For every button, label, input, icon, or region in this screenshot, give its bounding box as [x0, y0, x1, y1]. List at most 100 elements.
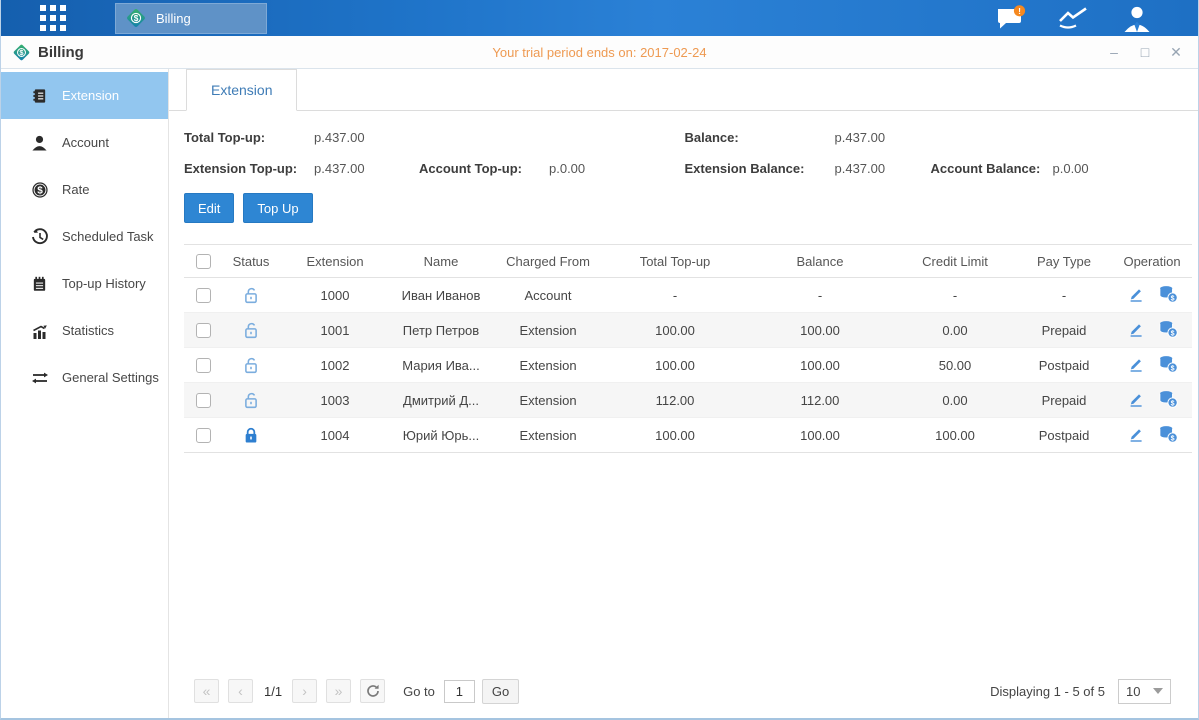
first-page-button[interactable]: «	[194, 679, 219, 703]
row-checkbox[interactable]	[196, 358, 211, 373]
window-title-group: $ Billing	[12, 43, 84, 62]
sidebar-item-extension[interactable]: Extension	[1, 72, 168, 119]
top-up-row-icon[interactable]: $	[1158, 320, 1178, 338]
column-header-total-topup: Total Top-up	[604, 245, 746, 278]
cell-credit-limit: 0.00	[894, 383, 1016, 418]
last-page-button[interactable]: »	[326, 679, 351, 703]
app-body: Extension Account $ Rate Scheduled Task	[1, 69, 1198, 718]
edit-row-icon[interactable]	[1127, 390, 1145, 408]
main-panel: Extension Total Top-up: p.437.00 Extensi…	[169, 69, 1198, 718]
tab-extension[interactable]: Extension	[186, 69, 297, 111]
column-header-operation: Operation	[1112, 245, 1192, 278]
row-checkbox[interactable]	[196, 393, 211, 408]
page-size-select[interactable]: 10	[1118, 679, 1171, 704]
sliders-icon	[30, 369, 49, 387]
cell-balance: -	[746, 278, 894, 313]
user-icon[interactable]	[1122, 5, 1152, 32]
content-spacer	[184, 453, 1185, 670]
cell-extension: 1004	[280, 418, 390, 453]
go-button[interactable]: Go	[482, 679, 519, 704]
svg-text:$: $	[37, 185, 43, 196]
chart-icon[interactable]	[1056, 5, 1092, 31]
account-balance-value: p.0.00	[1053, 161, 1186, 176]
next-page-button[interactable]: ›	[292, 679, 317, 703]
edit-row-icon[interactable]	[1127, 425, 1145, 443]
lock-status-icon[interactable]	[241, 320, 261, 340]
extension-balance-label: Extension Balance:	[685, 161, 835, 176]
table-header-row: Status Extension Name Charged From Total…	[184, 245, 1192, 278]
stats-chart-icon	[30, 322, 49, 340]
table-row: 1004 Юрий Юрь... Extension 100.00 100.00…	[184, 418, 1192, 453]
chevron-down-icon	[1153, 688, 1163, 694]
goto-page-input[interactable]	[444, 680, 475, 703]
top-up-row-icon[interactable]: $	[1158, 390, 1178, 408]
billing-app-window: $ Billing !	[0, 0, 1199, 720]
window-controls: – □ ✕	[1106, 45, 1184, 59]
lock-status-icon[interactable]	[241, 355, 261, 375]
cell-charged-from: Extension	[492, 383, 604, 418]
extension-topup-label: Extension Top-up:	[184, 161, 314, 176]
sidebar-item-label: Scheduled Task	[62, 229, 154, 244]
sidebar-item-account[interactable]: Account	[1, 119, 168, 166]
table-row: 1002 Мария Ива... Extension 100.00 100.0…	[184, 348, 1192, 383]
row-checkbox[interactable]	[196, 428, 211, 443]
tabstrip: Extension	[169, 69, 1198, 111]
lock-status-icon[interactable]	[241, 425, 261, 445]
balance-value: p.437.00	[835, 130, 931, 145]
cell-name: Петр Петров	[390, 313, 492, 348]
chat-icon[interactable]: !	[994, 5, 1026, 32]
sidebar-item-label: Extension	[62, 88, 119, 103]
column-header-name: Name	[390, 245, 492, 278]
row-checkbox[interactable]	[196, 288, 211, 303]
cell-pay-type: -	[1016, 278, 1112, 313]
row-checkbox[interactable]	[196, 323, 211, 338]
cell-extension: 1000	[280, 278, 390, 313]
taskbar-tab-billing[interactable]: $ Billing	[115, 3, 267, 34]
prev-page-button[interactable]: ‹	[228, 679, 253, 703]
svg-text:$: $	[1170, 365, 1174, 372]
sidebar-item-rate[interactable]: $ Rate	[1, 166, 168, 213]
column-header-balance: Balance	[746, 245, 894, 278]
close-button[interactable]: ✕	[1168, 45, 1184, 59]
maximize-button[interactable]: □	[1137, 45, 1153, 59]
action-buttons: Edit Top Up	[184, 193, 1185, 223]
window-titlebar: Your trial period ends on: 2017-02-24 $ …	[1, 36, 1198, 69]
page-indicator: 1/1	[264, 684, 282, 699]
edit-row-icon[interactable]	[1127, 285, 1145, 303]
sidebar-item-label: General Settings	[62, 370, 159, 385]
cell-charged-from: Extension	[492, 418, 604, 453]
sidebar-item-general-settings[interactable]: General Settings	[1, 354, 168, 401]
lock-status-icon[interactable]	[241, 390, 261, 410]
minimize-button[interactable]: –	[1106, 45, 1122, 59]
edit-row-icon[interactable]	[1127, 355, 1145, 373]
lock-status-icon[interactable]	[241, 285, 261, 305]
cell-credit-limit: 100.00	[894, 418, 1016, 453]
edit-button[interactable]: Edit	[184, 193, 234, 223]
person-icon	[30, 134, 49, 152]
top-up-button[interactable]: Top Up	[243, 193, 312, 223]
cell-total-topup: 100.00	[604, 313, 746, 348]
table-row: 1000 Иван Иванов Account - - - -	[184, 278, 1192, 313]
extension-content: Total Top-up: p.437.00 Extension Top-up:…	[169, 111, 1198, 718]
cell-charged-from: Extension	[492, 313, 604, 348]
history-clock-icon	[30, 228, 49, 246]
billing-app-icon: $	[12, 43, 31, 62]
sidebar-item-topup-history[interactable]: Top-up History	[1, 260, 168, 307]
total-topup-label: Total Top-up:	[184, 130, 314, 145]
sidebar-item-scheduled-task[interactable]: Scheduled Task	[1, 213, 168, 260]
refresh-button[interactable]	[360, 679, 385, 703]
app-grid-icon[interactable]	[35, 0, 71, 36]
top-up-row-icon[interactable]: $	[1158, 355, 1178, 373]
cell-total-topup: 112.00	[604, 383, 746, 418]
top-up-row-icon[interactable]: $	[1158, 285, 1178, 303]
svg-text:$: $	[1170, 435, 1174, 442]
cell-credit-limit: 0.00	[894, 313, 1016, 348]
sidebar-item-statistics[interactable]: Statistics	[1, 307, 168, 354]
edit-row-icon[interactable]	[1127, 320, 1145, 338]
sidebar-item-label: Top-up History	[62, 276, 146, 291]
top-up-row-icon[interactable]: $	[1158, 425, 1178, 443]
pagination-bar: « ‹ 1/1 › » Go to Go Display	[184, 670, 1185, 718]
extension-table: Status Extension Name Charged From Total…	[184, 244, 1192, 453]
balance-summary: Total Top-up: p.437.00 Extension Top-up:…	[184, 130, 1185, 176]
select-all-checkbox[interactable]	[196, 254, 211, 269]
